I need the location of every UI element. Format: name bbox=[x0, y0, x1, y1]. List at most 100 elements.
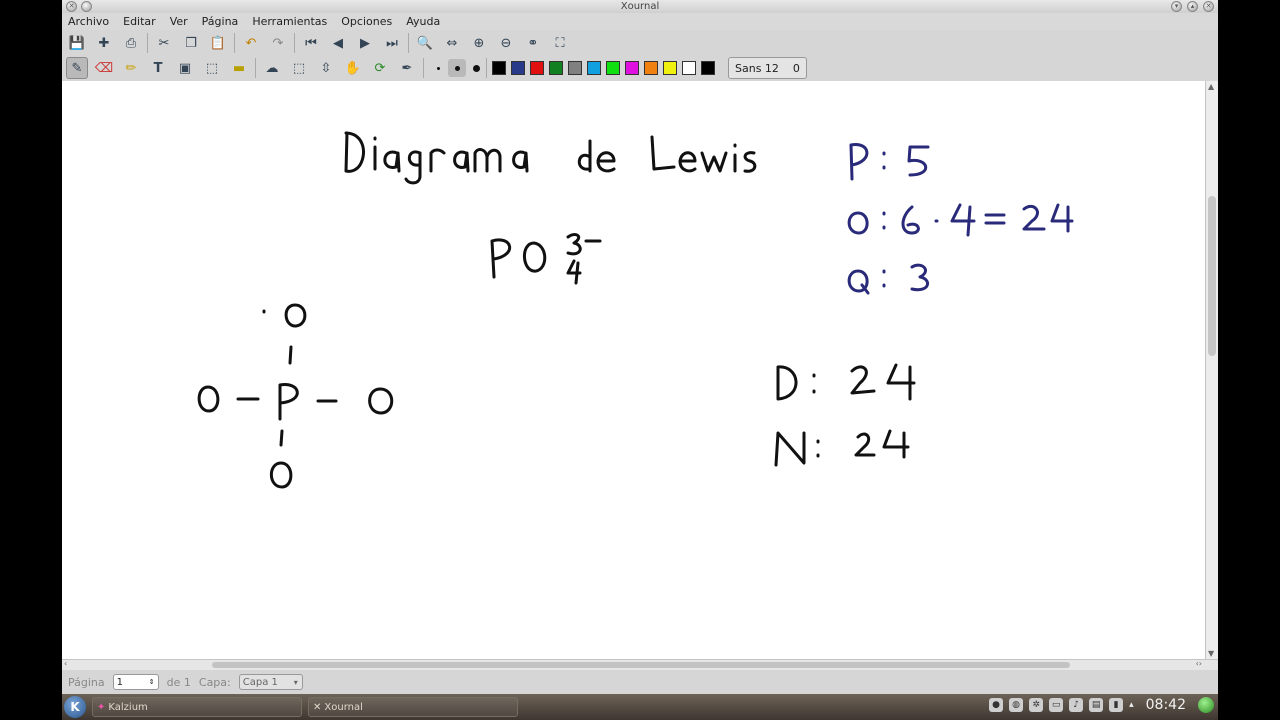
window-menu-icon[interactable]: ✕ bbox=[66, 1, 77, 12]
color-swatch-8[interactable] bbox=[644, 61, 658, 75]
task-kalzium-label: Kalzium bbox=[108, 701, 148, 713]
redo-icon[interactable]: ↷ bbox=[267, 32, 289, 54]
clock: 08:42 bbox=[1145, 697, 1186, 713]
network-icon[interactable]: ◍ bbox=[1009, 698, 1024, 712]
menu-archivo[interactable]: Archivo bbox=[68, 15, 109, 28]
page-value: 1 bbox=[116, 676, 124, 688]
taskbar: K ✦ Kalzium ✕ Xournal ● ◍ ✲ ▭ ♪ ▤ ▮ ▴ 08… bbox=[62, 694, 1218, 720]
highlighter-icon[interactable]: ✏ bbox=[120, 57, 142, 79]
title-ink bbox=[344, 131, 757, 185]
scroll-down-icon[interactable]: ▼ bbox=[1208, 649, 1214, 658]
zoom-icon[interactable]: 🔍 bbox=[414, 32, 436, 54]
menu-editar[interactable]: Editar bbox=[123, 15, 156, 28]
spinner-arrows-icon[interactable]: ⇕ bbox=[149, 678, 155, 686]
font-name: Sans 12 bbox=[735, 61, 779, 75]
menu-herramientas[interactable]: Herramientas bbox=[252, 15, 327, 28]
color-swatch-9[interactable] bbox=[663, 61, 677, 75]
task-xournal-label: Xournal bbox=[324, 701, 363, 713]
previous-page-icon[interactable]: ◀ bbox=[327, 32, 349, 54]
chevron-down-icon: ▾ bbox=[293, 677, 298, 687]
scroll-left-icon[interactable]: ‹ bbox=[64, 659, 67, 668]
kalzium-icon: ✦ bbox=[97, 701, 106, 713]
color-swatch-6[interactable] bbox=[606, 61, 620, 75]
select-rectangle-icon[interactable]: ⬚ bbox=[288, 57, 310, 79]
copy-icon[interactable]: ❐ bbox=[180, 32, 202, 54]
sticky-icon[interactable] bbox=[81, 1, 92, 12]
close-icon[interactable]: ✕ bbox=[1203, 1, 1214, 12]
color-swatch-0[interactable] bbox=[492, 61, 506, 75]
zoom-out-icon[interactable]: ⊖ bbox=[495, 32, 517, 54]
next-page-icon[interactable]: ▶ bbox=[354, 32, 376, 54]
save-icon[interactable]: 💾 bbox=[66, 32, 88, 54]
thickness-fine[interactable] bbox=[429, 59, 447, 77]
minimize-icon[interactable]: ▾ bbox=[1171, 1, 1182, 12]
updates-icon[interactable]: ✲ bbox=[1029, 698, 1044, 712]
page-spinner[interactable]: 1 ⇕ bbox=[112, 674, 159, 690]
maximize-icon[interactable]: ▴ bbox=[1187, 1, 1198, 12]
color-swatch-4[interactable] bbox=[568, 61, 582, 75]
counts-ink bbox=[847, 143, 1074, 295]
menu-ayuda[interactable]: Ayuda bbox=[406, 15, 440, 28]
lasso-icon[interactable]: ☁ bbox=[261, 57, 283, 79]
thickness-thick[interactable] bbox=[467, 59, 485, 77]
fullscreen-icon[interactable]: ⛶ bbox=[549, 32, 571, 54]
color-swatch-10[interactable] bbox=[682, 61, 696, 75]
scroll-up-icon[interactable]: ▲ bbox=[1208, 82, 1214, 91]
kde-menu-icon[interactable]: K bbox=[64, 696, 86, 718]
volume-icon[interactable]: ♪ bbox=[1069, 698, 1084, 712]
paste-icon[interactable]: 📋 bbox=[207, 32, 229, 54]
zoom-in-icon[interactable]: ⊕ bbox=[468, 32, 490, 54]
menu-opciones[interactable]: Opciones bbox=[341, 15, 392, 28]
color-swatch-5[interactable] bbox=[587, 61, 601, 75]
cut-icon[interactable]: ✂ bbox=[153, 32, 175, 54]
page-width-icon[interactable]: ⇔ bbox=[441, 32, 463, 54]
record-icon[interactable]: ● bbox=[989, 698, 1004, 712]
task-xournal[interactable]: ✕ Xournal bbox=[308, 697, 518, 717]
binoculars-icon[interactable]: ⚭ bbox=[522, 32, 544, 54]
page-count: de 1 bbox=[166, 675, 191, 689]
horizontal-scroll-thumb[interactable] bbox=[212, 662, 1070, 668]
hand-icon[interactable]: ✋ bbox=[342, 57, 364, 79]
vertical-scroll-thumb[interactable] bbox=[1208, 196, 1216, 356]
status-bar: Página 1 ⇕ de 1 Capa: Capa 1 ▾ bbox=[62, 670, 1218, 694]
drawing-canvas[interactable] bbox=[62, 81, 1205, 659]
refresh-icon[interactable]: ⟳ bbox=[369, 57, 391, 79]
default-pen-icon[interactable]: ✒ bbox=[396, 57, 418, 79]
image-icon[interactable]: ▣ bbox=[174, 57, 196, 79]
layer-select[interactable]: Capa 1 ▾ bbox=[238, 674, 303, 690]
menu-pagina[interactable]: Página bbox=[202, 15, 239, 28]
undo-icon[interactable]: ↶ bbox=[240, 32, 262, 54]
vertical-scrollbar[interactable]: ▲ ▼ bbox=[1205, 81, 1218, 659]
folder-icon[interactable]: ▭ bbox=[1049, 698, 1064, 712]
horizontal-scrollbar[interactable]: ‹ ‹› bbox=[62, 659, 1218, 670]
pen-icon[interactable]: ✎ bbox=[66, 57, 88, 79]
first-page-icon[interactable]: ⏮ bbox=[300, 32, 322, 54]
select-region-icon[interactable]: ⬚ bbox=[201, 57, 223, 79]
color-swatch-11[interactable] bbox=[701, 61, 715, 75]
color-swatch-2[interactable] bbox=[530, 61, 544, 75]
text-icon[interactable]: T bbox=[147, 57, 169, 79]
menu-bar: Archivo Editar Ver Página Herramientas O… bbox=[62, 13, 1218, 30]
color-swatch-3[interactable] bbox=[549, 61, 563, 75]
scroll-right-icon[interactable]: ‹› bbox=[1196, 659, 1202, 668]
font-size: 0 bbox=[792, 61, 800, 75]
battery-icon[interactable]: ▮ bbox=[1109, 698, 1124, 712]
page-label: Página bbox=[68, 675, 105, 689]
clipboard-icon[interactable]: ▤ bbox=[1089, 698, 1104, 712]
vertical-space-icon[interactable]: ⇳ bbox=[315, 57, 337, 79]
print-icon[interactable]: ⎙ bbox=[120, 32, 142, 54]
thickness-medium[interactable] bbox=[448, 59, 466, 77]
tools-toolbar: ✎ ⌫ ✏ T ▣ ⬚ ▬ ☁ ⬚ ⇳ ✋ ⟳ ✒ Sans 12 0 bbox=[62, 55, 1218, 81]
power-icon[interactable] bbox=[1198, 697, 1214, 713]
new-page-icon[interactable]: ✚ bbox=[93, 32, 115, 54]
font-button[interactable]: Sans 12 0 bbox=[728, 57, 807, 79]
last-page-icon[interactable]: ⏭ bbox=[381, 32, 403, 54]
eraser-icon[interactable]: ⌫ bbox=[93, 57, 115, 79]
tray-expand-icon[interactable]: ▴ bbox=[1129, 700, 1134, 710]
menu-ver[interactable]: Ver bbox=[170, 15, 188, 28]
color-swatch-7[interactable] bbox=[625, 61, 639, 75]
system-tray: ● ◍ ✲ ▭ ♪ ▤ ▮ ▴ 08:42 bbox=[989, 697, 1214, 713]
task-kalzium[interactable]: ✦ Kalzium bbox=[92, 697, 302, 717]
color-swatch-1[interactable] bbox=[511, 61, 525, 75]
ruler-icon[interactable]: ▬ bbox=[228, 57, 250, 79]
